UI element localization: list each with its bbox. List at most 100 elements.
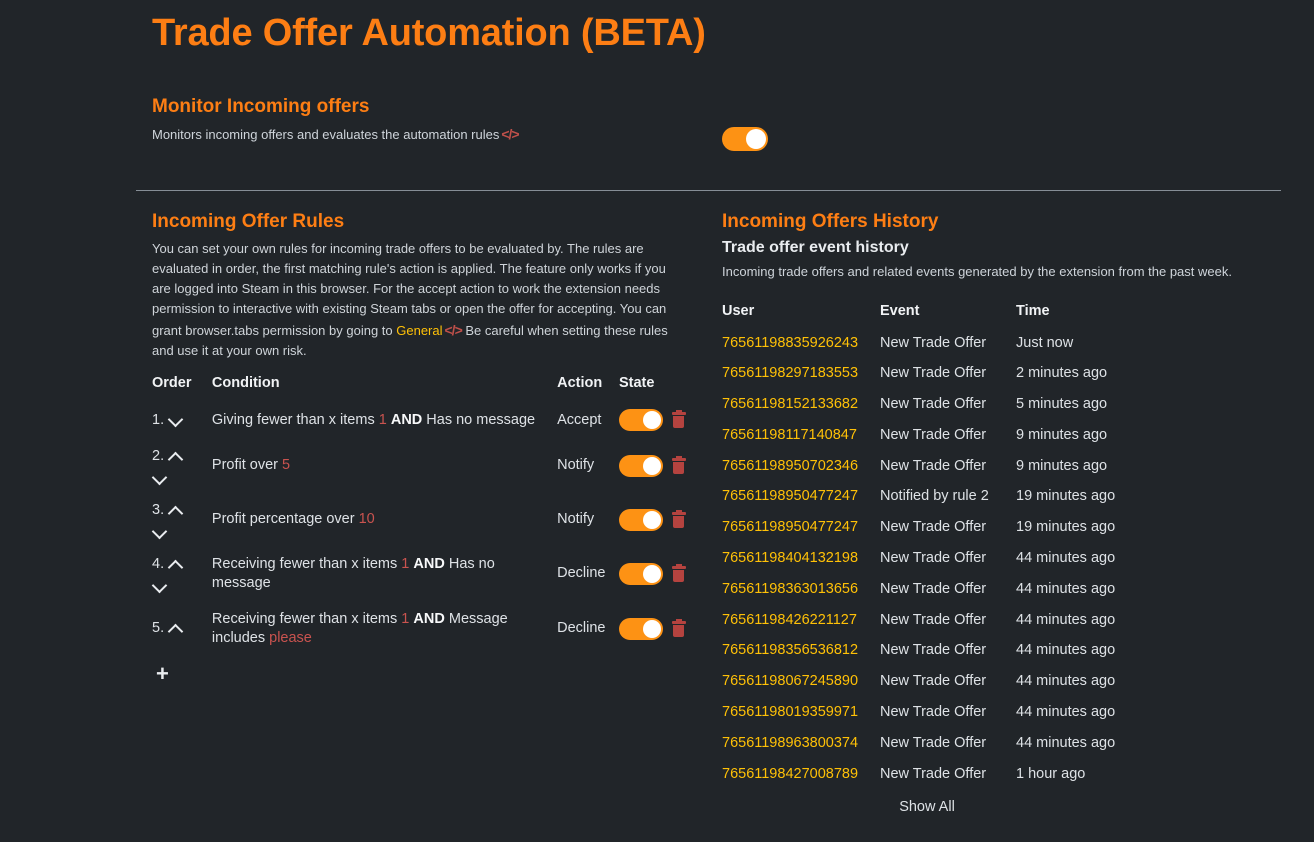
move-down-chevron-icon[interactable]	[152, 579, 166, 593]
user-link[interactable]: 76561198297183553	[722, 365, 858, 381]
condition-value[interactable]: 1	[379, 412, 387, 428]
section-divider	[136, 190, 1281, 191]
rule-toggle-switch[interactable]	[618, 563, 663, 586]
delete-rule-icon[interactable]	[671, 619, 686, 638]
rule-order-cell: 1.	[152, 401, 208, 439]
rule-condition-cell[interactable]: Profit percentage over 10	[208, 493, 557, 547]
delete-rule-icon[interactable]	[671, 509, 686, 528]
history-time-cell: 9 minutes ago	[1016, 426, 1108, 443]
rule-row: 3. Profit percentage over 10 Notify	[152, 493, 686, 547]
move-down-chevron-icon[interactable]	[152, 471, 166, 485]
move-up-chevron-icon[interactable]	[168, 558, 182, 572]
user-link[interactable]: 76561198404132198	[722, 550, 858, 566]
history-user-cell: 76561198297183553	[722, 358, 880, 389]
code-icon[interactable]: </>	[445, 322, 463, 338]
rule-toggle-switch[interactable]	[618, 508, 663, 531]
history-user-cell: 76561198950477247	[722, 512, 880, 543]
rule-toggle-switch[interactable]	[618, 409, 663, 432]
user-link[interactable]: 76561198117140847	[722, 427, 857, 443]
history-time-cell: 19 minutes ago	[1016, 519, 1116, 536]
history-user-cell: 76561198067245890	[722, 666, 880, 697]
user-link[interactable]: 76561198152133682	[722, 396, 858, 412]
condition-join: AND	[413, 555, 445, 572]
rule-condition-cell[interactable]: Giving fewer than x items 1 AND Has no m…	[208, 401, 557, 439]
monitor-toggle-switch[interactable]	[722, 127, 768, 151]
rule-condition-cell[interactable]: Receiving fewer than x items 1 AND Has n…	[208, 547, 557, 602]
automation-settings-page: Trade Offer Automation (BETA) Monitor In…	[0, 0, 1314, 842]
rule-toggle-switch[interactable]	[618, 455, 663, 478]
order-controls: 3.	[152, 501, 200, 539]
history-user-cell: 76561198950702346	[722, 450, 880, 481]
history-event-cell: New Trade Offer	[880, 673, 987, 690]
user-link[interactable]: 76561198363013656	[722, 581, 858, 597]
rule-action-cell[interactable]: Notify	[557, 493, 619, 547]
show-all-button[interactable]: Show All	[722, 799, 1132, 815]
rule-row: 2. Profit over 5 Notify	[152, 439, 686, 493]
toggle-knob	[642, 457, 661, 476]
page-title: Trade Offer Automation (BETA)	[152, 12, 706, 54]
history-row: 76561198404132198 New Trade Offer 44 minut…	[722, 543, 1156, 574]
rule-state-controls	[618, 409, 686, 432]
add-rule-button[interactable]: +	[156, 662, 169, 685]
condition-value[interactable]: 1	[401, 556, 409, 572]
monitor-toggle[interactable]	[722, 127, 768, 151]
rule-action-cell[interactable]: Decline	[557, 602, 619, 657]
general-link[interactable]: General	[396, 323, 442, 338]
history-row: 76561198963800374 New Trade Offer 44 minut…	[722, 727, 1156, 758]
rules-table: Order Condition Action State 1. Giving fe…	[152, 375, 686, 656]
move-down-chevron-icon[interactable]	[168, 413, 182, 427]
rule-condition-cell[interactable]: Receiving fewer than x items 1 AND Messa…	[208, 602, 557, 657]
history-time-cell: 44 minutes ago	[1016, 642, 1116, 659]
user-link[interactable]: 76561198950477247	[722, 488, 858, 504]
history-user-cell: 76561198117140847	[722, 420, 880, 451]
user-link[interactable]: 76561198427008789	[722, 766, 858, 782]
user-link[interactable]: 76561198963800374	[722, 735, 858, 751]
move-up-chevron-icon[interactable]	[168, 504, 182, 518]
code-icon[interactable]: </>	[501, 126, 519, 142]
condition-value-2[interactable]: please	[269, 630, 312, 646]
history-user-cell: 76561198404132198	[722, 543, 880, 574]
user-link[interactable]: 76561198950477247	[722, 519, 858, 535]
col-header-time: Time	[1016, 303, 1050, 320]
condition-value[interactable]: 10	[359, 511, 375, 527]
rule-toggle-switch[interactable]	[618, 618, 663, 641]
user-link[interactable]: 76561198426221127	[722, 612, 857, 628]
rule-condition: Profit over 5	[212, 457, 298, 473]
history-event-cell: New Trade Offer	[880, 734, 987, 751]
move-up-chevron-icon[interactable]	[168, 622, 182, 636]
rules-table-body: 1. Giving fewer than x items 1 AND Has no…	[152, 401, 686, 656]
rule-row: 5. Receiving fewer than x items 1 AND Mes…	[152, 602, 686, 657]
rule-state-controls	[618, 455, 686, 478]
rule-action-cell[interactable]: Accept	[557, 401, 619, 439]
history-time-cell: 44 minutes ago	[1016, 673, 1116, 690]
history-user-cell: 76561198356536812	[722, 635, 880, 666]
history-time-cell: 2 minutes ago	[1016, 365, 1108, 382]
rule-condition: Receiving fewer than x items 1 AND Messa…	[212, 611, 508, 647]
user-link[interactable]: 76561198019359971	[722, 704, 858, 720]
delete-rule-icon[interactable]	[671, 564, 686, 583]
rule-order-cell: 3.	[152, 493, 208, 547]
delete-rule-icon[interactable]	[671, 456, 686, 475]
rule-action-cell[interactable]: Notify	[557, 439, 619, 493]
rule-action-cell[interactable]: Decline	[557, 547, 619, 602]
delete-rule-icon[interactable]	[671, 410, 686, 429]
history-time-cell: 9 minutes ago	[1016, 457, 1108, 474]
rule-condition-cell[interactable]: Profit over 5	[208, 439, 557, 493]
move-down-chevron-icon[interactable]	[152, 525, 166, 539]
move-up-chevron-icon[interactable]	[168, 450, 182, 464]
rule-state-cell	[618, 493, 686, 547]
user-link[interactable]: 76561198950702346	[722, 458, 858, 474]
condition-value[interactable]: 5	[282, 457, 290, 473]
condition-value[interactable]: 1	[401, 611, 409, 627]
rule-condition: Profit percentage over 10	[212, 511, 383, 527]
toggle-knob	[642, 620, 661, 639]
col-header-event: Event	[880, 303, 920, 320]
history-time-cell: 44 minutes ago	[1016, 550, 1116, 567]
history-time-cell: 1 hour ago	[1016, 765, 1086, 782]
history-event-cell: New Trade Offer	[880, 426, 987, 443]
user-link[interactable]: 76561198835926243	[722, 335, 858, 351]
user-link[interactable]: 76561198356536812	[722, 642, 858, 658]
history-row: 76561198363013656 New Trade Offer 44 minut…	[722, 573, 1156, 604]
condition-prefix: Receiving fewer than x items	[211, 555, 398, 572]
user-link[interactable]: 76561198067245890	[722, 673, 858, 689]
